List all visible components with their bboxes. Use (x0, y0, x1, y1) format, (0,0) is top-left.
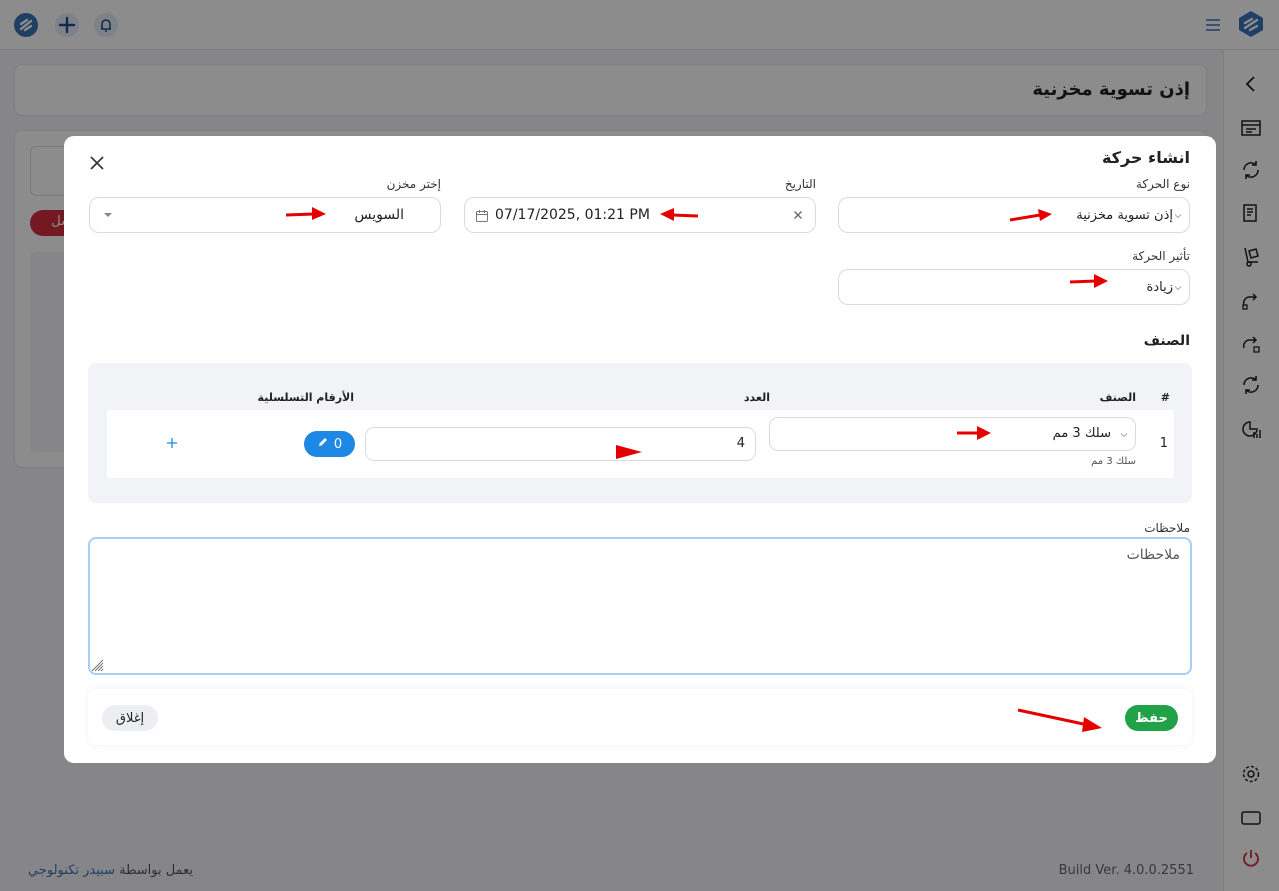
calendar-icon (475, 209, 489, 223)
chevron-down-icon (1119, 429, 1129, 439)
close-icon[interactable] (88, 154, 106, 172)
add-row-icon[interactable] (163, 434, 181, 452)
effect-select[interactable]: زيادة (838, 269, 1190, 305)
item-select[interactable]: سلك 3 مم (769, 417, 1136, 451)
modal-title: انشاء حركة (1101, 148, 1190, 167)
movement-type-value: إذن تسوية مخزنية (1076, 207, 1173, 223)
column-header-item: الصنف (1099, 391, 1136, 404)
row-number: 1 (1159, 436, 1168, 451)
items-section-title: الصنف (1143, 333, 1190, 349)
effect-value: زيادة (1146, 279, 1173, 295)
annotation-arrow-icon (1009, 209, 1052, 222)
annotation-arrow-icon (1017, 708, 1102, 732)
serial-count: 0 (333, 436, 343, 452)
save-button[interactable]: حفظ (1125, 705, 1178, 731)
annotation-arrow-icon (1069, 274, 1108, 288)
notes-label: ملاحظات (1144, 521, 1190, 535)
annotation-arrow-icon (660, 208, 699, 221)
close-button[interactable]: إغلاق (102, 705, 158, 731)
annotation-arrow-icon (285, 207, 326, 220)
quantity-input[interactable]: 4 (365, 427, 756, 461)
quantity-value: 4 (736, 436, 745, 451)
column-header-serials: الأرقام التسلسلية (257, 391, 354, 404)
caret-down-icon (104, 213, 112, 217)
store-label: إختر مخزن (386, 177, 441, 191)
pencil-icon (317, 436, 329, 452)
store-value: السويس (354, 207, 404, 223)
item-value: سلك 3 مم (1052, 426, 1111, 441)
clear-date-icon[interactable] (791, 208, 805, 222)
effect-label: تأثير الحركة (1132, 249, 1190, 263)
edit-serials-button[interactable]: 0 (304, 431, 355, 457)
annotation-arrow-icon (616, 445, 642, 459)
items-table: # الصنف العدد الأرقام التسلسلية 1 سلك 3 … (88, 363, 1192, 503)
column-header-num: # (1160, 391, 1170, 404)
date-picker-field[interactable]: 07/17/2025, 01:21 PM (464, 197, 816, 233)
column-header-qty: العدد (743, 391, 770, 404)
item-subtitle: سلك 3 مم (1091, 456, 1136, 467)
store-select[interactable]: السويس (89, 197, 441, 233)
chevron-down-icon (1173, 210, 1183, 220)
notes-textarea[interactable] (88, 537, 1192, 675)
chevron-down-icon (1173, 282, 1183, 292)
date-value: 07/17/2025, 01:21 PM (495, 207, 650, 223)
movement-type-label: نوع الحركة (1135, 177, 1190, 191)
annotation-arrow-icon (957, 426, 991, 440)
date-label: التاريخ (784, 177, 816, 191)
resize-handle-icon[interactable] (90, 657, 104, 672)
